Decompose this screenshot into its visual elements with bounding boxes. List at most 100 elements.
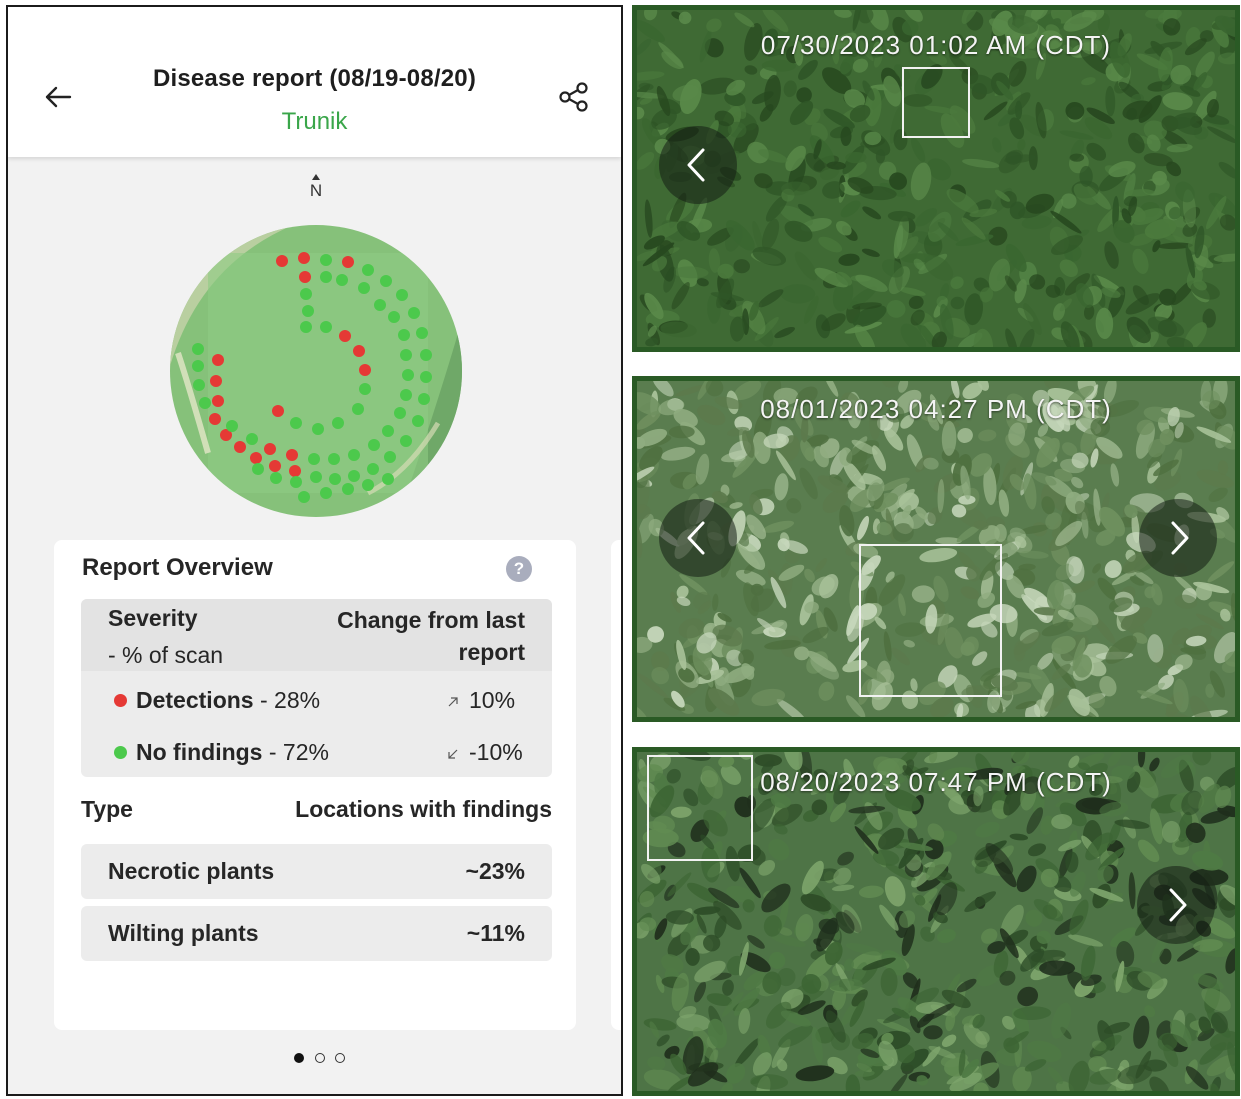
- map-dot: [368, 439, 380, 451]
- map-dot: [310, 471, 322, 483]
- detection-box[interactable]: [647, 755, 753, 861]
- severity-change: 10%: [469, 687, 516, 713]
- map-dot: [359, 383, 371, 395]
- map-dot: [320, 487, 332, 499]
- map-dot: [210, 375, 222, 387]
- detection-box[interactable]: [859, 544, 1002, 697]
- map-dot: [420, 349, 432, 361]
- type-name: Necrotic plants: [108, 858, 275, 884]
- map-dot: [382, 473, 394, 485]
- next-card-peek[interactable]: [611, 540, 621, 1030]
- locations-header: Locations with findings: [295, 796, 552, 822]
- type-name: Wilting plants: [108, 920, 259, 946]
- chevron-right-icon: [1169, 888, 1187, 922]
- severity-label: Detections: [136, 687, 254, 713]
- page-dot-2[interactable]: [315, 1053, 325, 1063]
- change-header-line1: Change from last: [337, 607, 525, 633]
- page-dot-3[interactable]: [335, 1053, 345, 1063]
- map-dot: [276, 255, 288, 267]
- map-dot: [299, 271, 311, 283]
- severity-row-detections: Detections - 28% 10%: [81, 681, 552, 721]
- camera-image-1: 07/30/2023 01:02 AM (CDT): [632, 5, 1240, 352]
- severity-label: No findings: [136, 739, 263, 765]
- app-header: Disease report (08/19-08/20) Trunik: [8, 7, 621, 157]
- map-dot: [209, 413, 221, 425]
- map-dot: [264, 443, 276, 455]
- chevron-left-icon: [687, 148, 705, 182]
- map-dot: [320, 321, 332, 333]
- map-dot: [374, 299, 386, 311]
- detection-box[interactable]: [902, 67, 970, 138]
- map-dot: [353, 345, 365, 357]
- map-dot: [300, 288, 312, 300]
- type-row-wilting[interactable]: Wilting plants ~11%: [81, 906, 552, 961]
- camera-image-2: 08/01/2023 04:27 PM (CDT): [632, 376, 1240, 722]
- type-header: Type: [81, 796, 133, 822]
- map-dot: [388, 311, 400, 323]
- field-detection-map[interactable]: [168, 223, 464, 519]
- map-dot: [420, 371, 432, 383]
- map-dot: [290, 417, 302, 429]
- map-dot: [298, 252, 310, 264]
- red-dot-icon: [114, 694, 127, 707]
- arrow-up-right-icon: [448, 697, 458, 707]
- severity-subheader-label: - % of scan: [108, 642, 224, 668]
- map-dot: [400, 389, 412, 401]
- share-icon[interactable]: [556, 79, 592, 115]
- map-dot: [348, 470, 360, 482]
- map-dot: [192, 360, 204, 372]
- chevron-right-icon: [1171, 521, 1189, 555]
- map-dot: [252, 463, 264, 475]
- map-dot: [400, 349, 412, 361]
- map-dot: [328, 453, 340, 465]
- map-dot: [250, 452, 262, 464]
- page-dot-1[interactable]: [294, 1053, 304, 1063]
- map-dot: [320, 271, 332, 283]
- type-row-necrotic[interactable]: Necrotic plants ~23%: [81, 844, 552, 899]
- map-dot: [412, 415, 424, 427]
- map-dot: [416, 327, 428, 339]
- map-dot: [358, 282, 370, 294]
- severity-table: Severity - % of scan Change from last re…: [81, 599, 552, 777]
- map-dot: [298, 491, 310, 503]
- map-dot: [352, 403, 364, 415]
- map-dot: [272, 405, 284, 417]
- report-overview-card: Report Overview ? Severity - % of scan C…: [54, 540, 576, 1030]
- overview-title: Report Overview: [82, 554, 273, 581]
- map-dot: [398, 329, 410, 341]
- next-image-button[interactable]: [1139, 499, 1217, 577]
- map-dot: [342, 483, 354, 495]
- map-dot: [302, 305, 314, 317]
- map-dot: [336, 274, 348, 286]
- map-dot: [300, 321, 312, 333]
- map-dot: [362, 479, 374, 491]
- map-dot: [234, 441, 246, 453]
- map-dot: [199, 397, 211, 409]
- prev-image-button[interactable]: [659, 126, 737, 204]
- map-dot: [290, 476, 302, 488]
- type-value: ~23%: [465, 858, 525, 884]
- camera-image-3: 08/20/2023 07:47 PM (CDT): [632, 747, 1240, 1096]
- page-indicator: [294, 1053, 354, 1067]
- chevron-left-icon: [687, 521, 705, 555]
- timestamp: 08/01/2023 04:27 PM (CDT): [760, 394, 1112, 424]
- timestamp: 07/30/2023 01:02 AM (CDT): [760, 30, 1112, 60]
- next-image-button[interactable]: [1137, 866, 1215, 944]
- change-header-line2: report: [458, 639, 525, 665]
- map-dot: [400, 435, 412, 447]
- map-dot: [359, 364, 371, 376]
- map-dot: [418, 393, 430, 405]
- map-dot: [342, 256, 354, 268]
- disease-report-screen: Disease report (08/19-08/20) Trunik N Re…: [6, 5, 623, 1096]
- field-name-link[interactable]: Trunik: [8, 108, 621, 136]
- severity-percent: - 28%: [253, 687, 321, 713]
- green-dot-icon: [114, 746, 127, 759]
- page-title: Disease report (08/19-08/20): [152, 65, 477, 92]
- map-dot: [382, 425, 394, 437]
- severity-percent: - 72%: [262, 739, 329, 765]
- map-dot: [286, 449, 298, 461]
- help-icon[interactable]: ?: [506, 556, 532, 582]
- prev-image-button[interactable]: [659, 499, 737, 577]
- severity-header-label: Severity: [108, 605, 198, 631]
- map-dot: [329, 473, 341, 485]
